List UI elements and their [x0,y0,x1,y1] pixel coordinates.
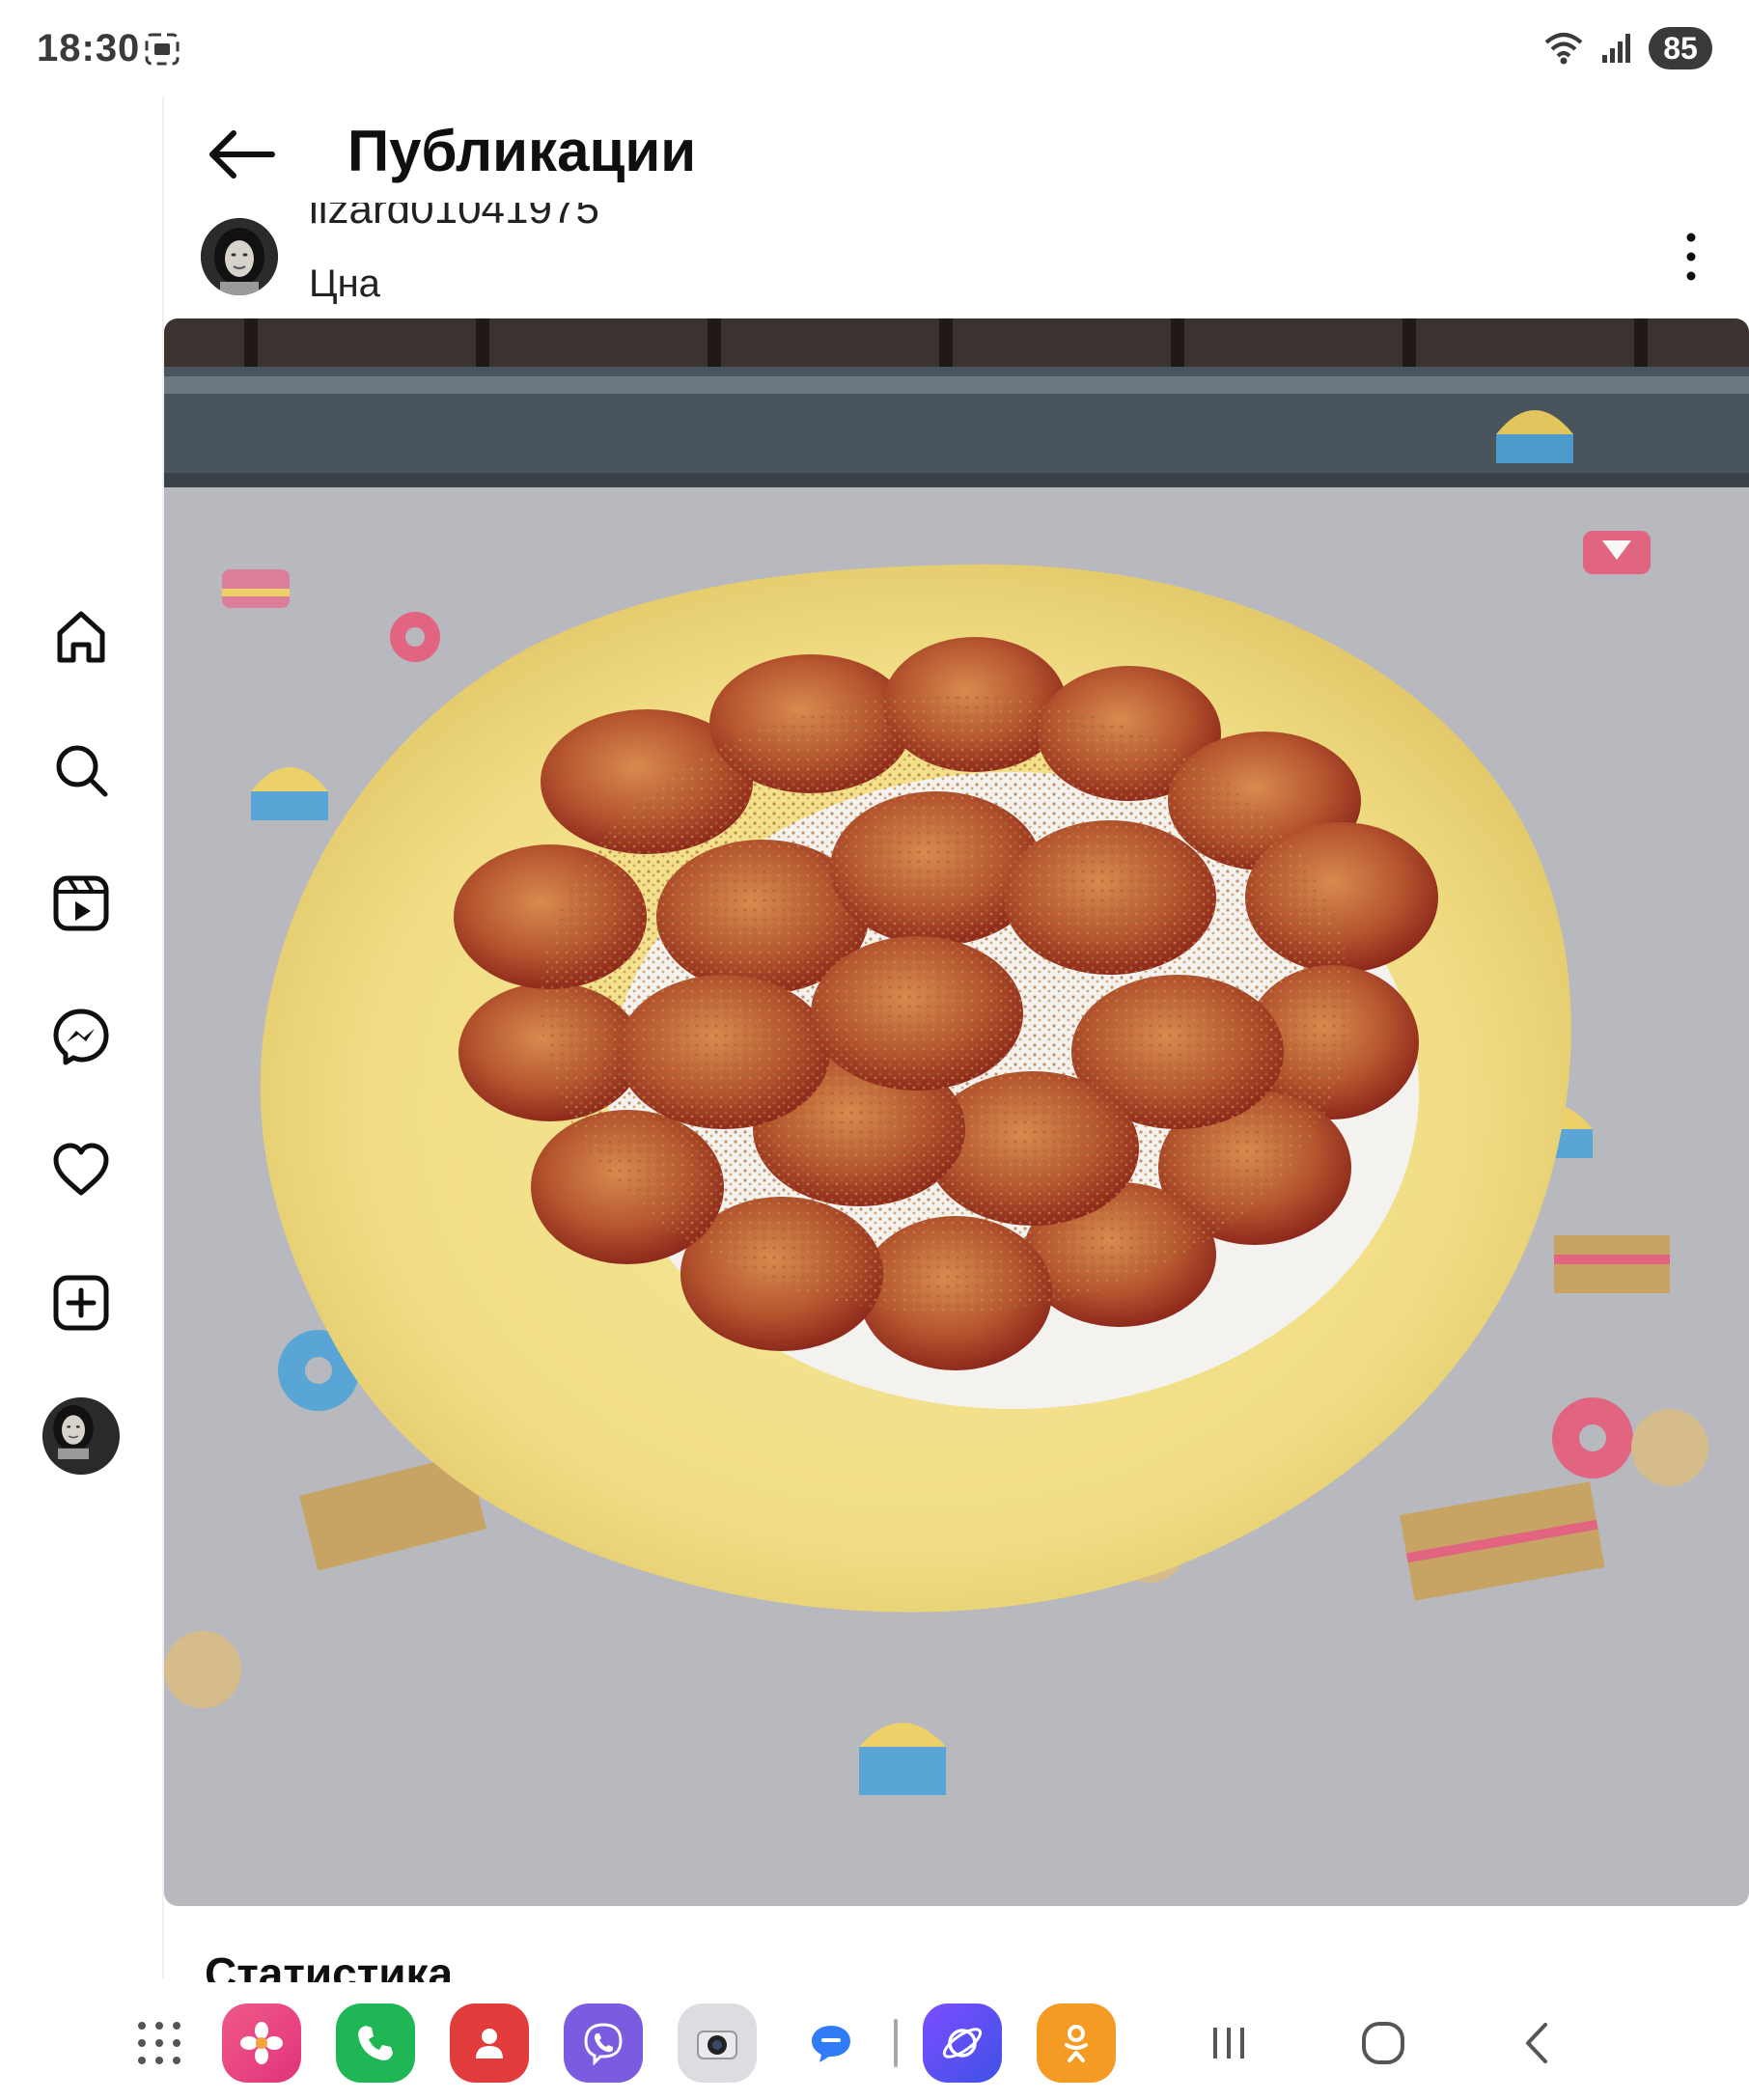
post-image[interactable] [164,318,1749,1906]
page-title: Публикации [347,119,697,183]
plus-square-icon [53,1275,109,1331]
wifi-icon [1544,33,1583,65]
phone-icon [358,2026,393,2060]
statistics-title: Статистика [205,1948,454,1982]
screenshot-icon [145,33,180,66]
post-username[interactable]: lizard01041975 [309,203,599,234]
nav-messenger[interactable] [42,998,120,1075]
back-system-button[interactable] [1504,2011,1571,2075]
nav-search[interactable] [42,732,120,809]
heart-icon [53,1143,109,1196]
arrow-left-icon[interactable] [205,125,278,183]
camera-icon [697,2031,737,2059]
status-bar: 18:30 85 [0,0,1749,97]
app-phone[interactable] [336,2003,415,2083]
signal-icon [1602,34,1630,63]
app-camera[interactable] [678,2003,757,2083]
home-system-button[interactable] [1349,2011,1417,2075]
nav-notifications[interactable] [42,1131,120,1208]
post-location[interactable]: Цна [309,262,380,306]
nav-rail [0,97,164,1978]
recent-apps-button[interactable] [1195,2011,1263,2075]
post-avatar[interactable] [201,218,278,295]
post-header: lizard01041975 Цна [164,203,1749,318]
app-messages[interactable] [791,2003,871,2083]
messenger-icon [53,1009,109,1065]
search-icon [56,745,108,797]
home-icon [57,611,105,663]
chat-icon [812,2026,850,2062]
app-contacts[interactable] [450,2003,529,2083]
more-vertical-icon[interactable] [1681,228,1701,286]
dock-separator [894,2019,898,2067]
flower-icon [240,2022,283,2064]
statistics-section: Статистика [164,1936,1749,1982]
person-icon [476,2029,503,2059]
recent-apps-icon [1213,2028,1244,2059]
app-gallery[interactable] [222,2003,301,2083]
grid-icon[interactable] [135,2019,183,2067]
reels-icon [53,875,109,931]
nav-profile[interactable] [42,1397,120,1475]
app-browser[interactable] [923,2003,1002,2083]
app-viber[interactable] [564,2003,643,2083]
ok-icon [1065,2025,1088,2062]
battery-badge: 85 [1649,27,1712,69]
taskbar-dock [0,1982,1749,2100]
viber-icon [584,2023,623,2066]
avatar [42,1397,120,1475]
status-time: 18:30 [37,27,141,69]
planet-icon [942,2028,983,2059]
back-chevron-icon [1526,2023,1547,2063]
home-circle-icon [1362,2022,1404,2064]
app-odnoklassniki[interactable] [1037,2003,1116,2083]
nav-create[interactable] [42,1264,120,1341]
header: Публикации [164,97,1749,203]
nav-home[interactable] [42,598,120,676]
nav-reels[interactable] [42,865,120,942]
